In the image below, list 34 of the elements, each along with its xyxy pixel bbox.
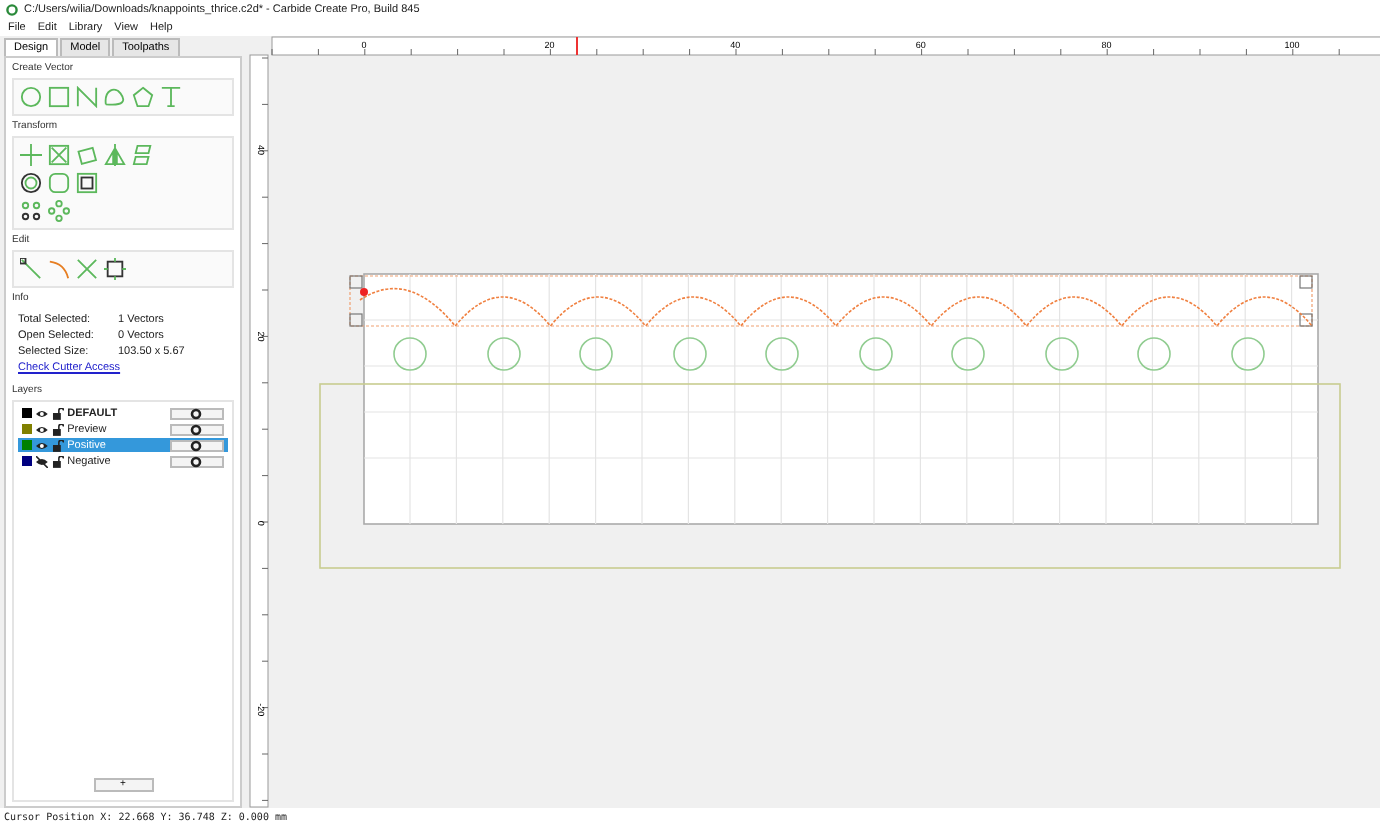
app-logo-icon: [6, 4, 18, 16]
circle-vector[interactable]: [1231, 337, 1265, 371]
eye-icon[interactable]: [35, 407, 48, 419]
circle-vector[interactable]: [487, 337, 521, 371]
pentagon-icon[interactable]: [132, 86, 154, 108]
circle-icon[interactable]: [20, 86, 42, 108]
layer-settings-button[interactable]: [169, 439, 224, 451]
eye-hidden-icon[interactable]: [35, 455, 48, 467]
circle-vector[interactable]: [859, 337, 893, 371]
cursor-marker: [576, 37, 578, 55]
rectangle-icon[interactable]: [48, 86, 70, 108]
align-icon[interactable]: [76, 172, 98, 194]
layer-settings-button[interactable]: [169, 423, 224, 435]
polyline-icon[interactable]: [76, 86, 98, 108]
eye-icon[interactable]: [35, 423, 48, 435]
node-edit-icon[interactable]: [20, 258, 42, 280]
circle-vector[interactable]: [765, 337, 799, 371]
origin-marker: [360, 288, 368, 296]
curve-icon[interactable]: [104, 86, 126, 108]
offset-icon[interactable]: [20, 172, 42, 194]
layer-settings-button[interactable]: [169, 407, 224, 419]
square-icon[interactable]: [104, 258, 126, 280]
selection-box[interactable]: [349, 275, 1313, 327]
text-icon[interactable]: [160, 86, 182, 108]
circle-vector[interactable]: [1045, 337, 1079, 371]
circle-vector[interactable]: [393, 337, 427, 371]
circle-vector[interactable]: [673, 337, 707, 371]
circle-vector[interactable]: [1137, 337, 1171, 371]
grid-array-icon[interactable]: [20, 200, 42, 222]
shear-icon[interactable]: [132, 144, 154, 166]
layer-settings-button[interactable]: [169, 455, 224, 467]
circle-vector[interactable]: [951, 337, 985, 371]
eye-icon[interactable]: [35, 439, 48, 451]
circle-vector[interactable]: [579, 337, 613, 371]
